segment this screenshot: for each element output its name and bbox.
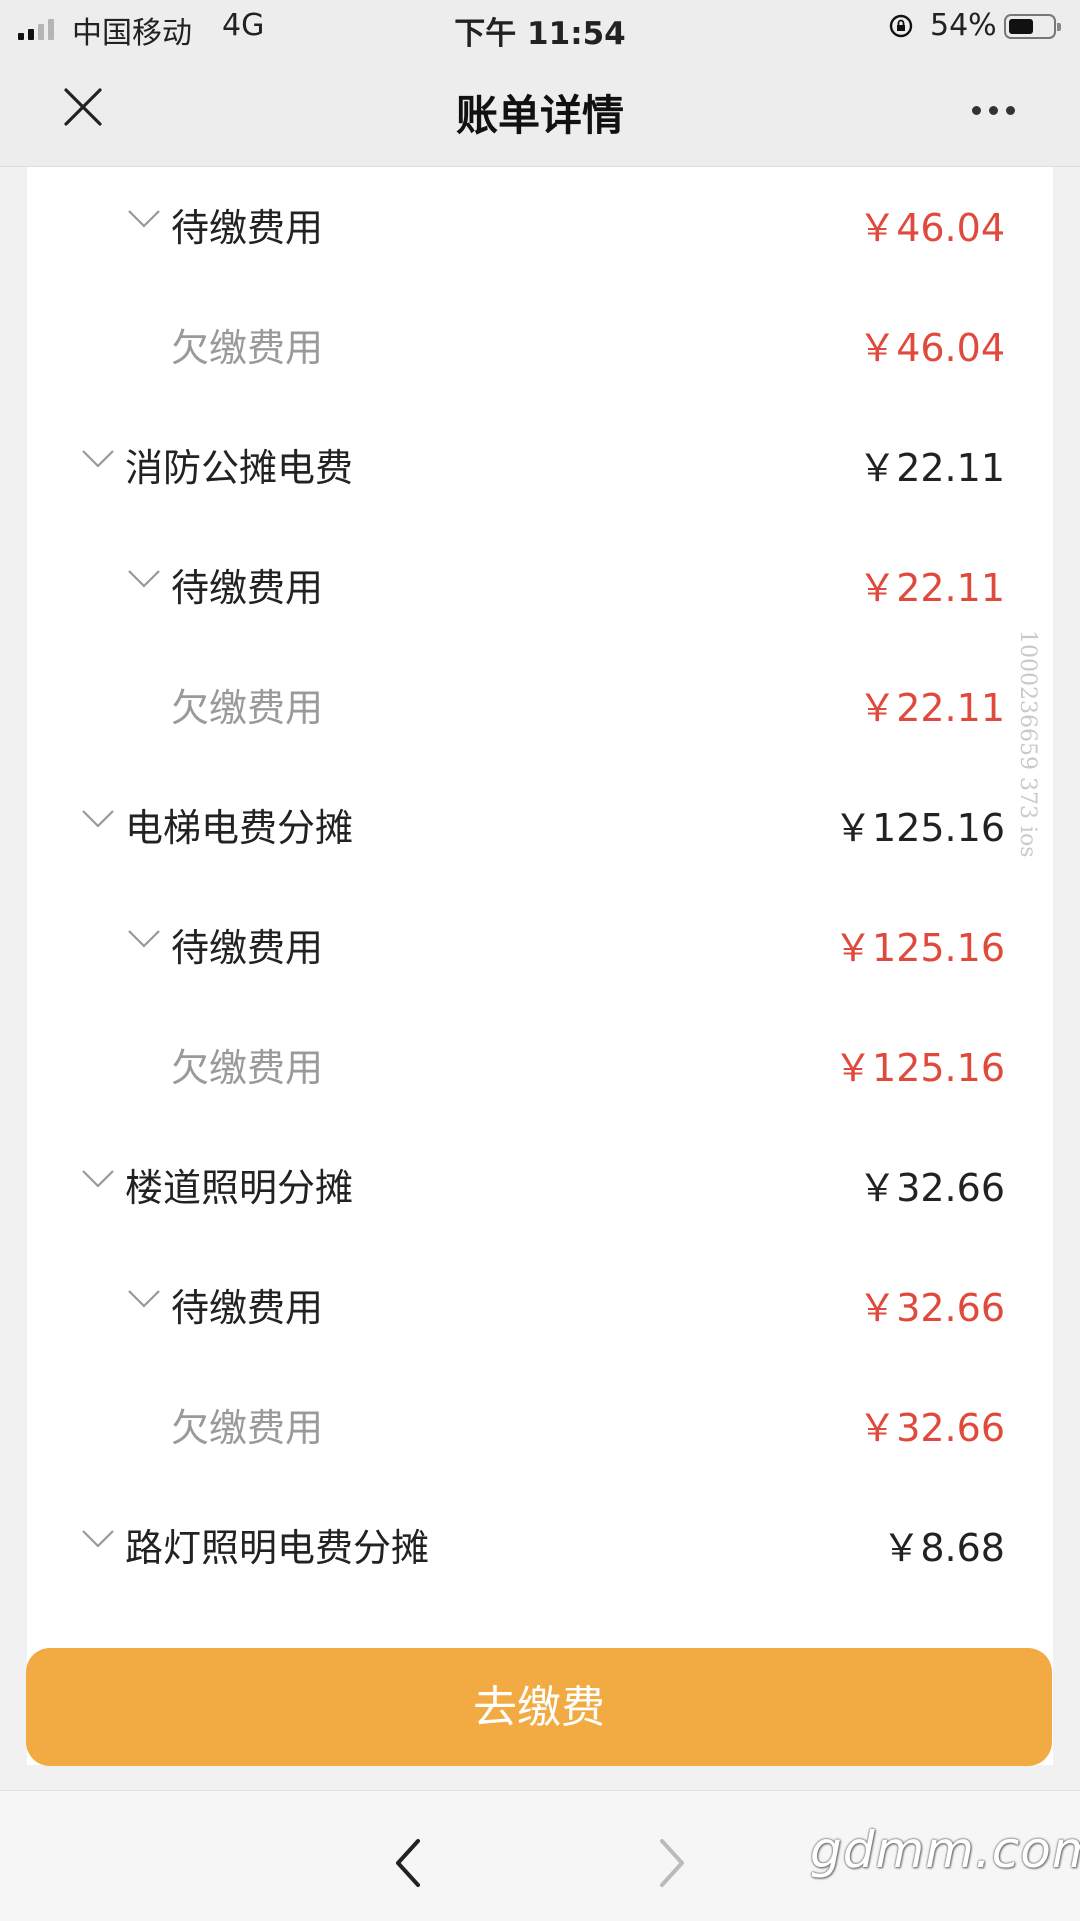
bottom-toolbar: gdmm.com	[0, 1790, 1080, 1921]
status-bar: 中国移动 4G 下午 11:54 54%	[0, 0, 1080, 56]
fee-amount: ￥125.16	[834, 1046, 1005, 1090]
fee-label: 欠缴费用	[171, 326, 324, 370]
side-watermark: 1000236659 373 ios	[1015, 630, 1040, 858]
battery-icon	[1004, 14, 1061, 39]
battery-percent: 54%	[930, 8, 997, 43]
forward-arrow-icon[interactable]	[652, 1833, 692, 1893]
fee-amount: ￥125.16	[834, 806, 1005, 850]
fee-category-row[interactable]: 路灯照明电费分摊 ￥8.68	[27, 1487, 1053, 1607]
fee-amount: ￥125.16	[834, 926, 1005, 970]
fee-amount: ￥46.04	[858, 326, 1005, 370]
fee-amount: ￥46.04	[858, 206, 1005, 250]
fee-amount: ￥32.66	[858, 1286, 1005, 1330]
fee-amount: ￥8.68	[882, 1526, 1005, 1570]
status-time: 下午 11:54	[454, 16, 626, 52]
chevron-down-icon[interactable]	[81, 809, 115, 829]
battery-fill	[1009, 19, 1033, 34]
fee-label: 待缴费用	[171, 926, 324, 970]
more-icon[interactable]	[972, 106, 1015, 115]
back-arrow-icon[interactable]	[388, 1833, 428, 1893]
fee-amount: ￥22.11	[858, 686, 1005, 730]
fee-label: 待缴费用	[171, 566, 324, 610]
chevron-down-icon[interactable]	[81, 1529, 115, 1549]
page-title: 账单详情	[455, 91, 624, 140]
fee-label: 欠缴费用	[171, 1406, 324, 1450]
pending-fee-row[interactable]: 待缴费用 ￥22.11	[27, 527, 1053, 647]
arrears-fee-row: 欠缴费用 ￥125.16	[27, 1007, 1053, 1127]
fee-label: 楼道照明分摊	[125, 1166, 354, 1210]
chevron-down-icon[interactable]	[127, 209, 161, 229]
fee-label: 路灯照明电费分摊	[125, 1526, 430, 1570]
pending-fee-row[interactable]: 待缴费用 ￥46.04	[27, 167, 1053, 287]
pending-fee-row[interactable]: 待缴费用 ￥125.16	[27, 887, 1053, 1007]
nav-bar: 账单详情	[0, 56, 1080, 167]
fee-label: 待缴费用	[171, 206, 324, 250]
arrears-fee-row: 欠缴费用 ￥22.11	[27, 647, 1053, 767]
arrears-fee-row: 欠缴费用 ￥32.66	[27, 1367, 1053, 1487]
fee-category-row[interactable]: 电梯电费分摊 ￥125.16	[27, 767, 1053, 887]
fee-label: 消防公摊电费	[125, 446, 354, 490]
chevron-down-icon[interactable]	[81, 449, 115, 469]
fee-label: 电梯电费分摊	[125, 806, 354, 850]
pending-fee-row[interactable]: 待缴费用 ￥32.66	[27, 1247, 1053, 1367]
rotation-lock-icon	[889, 14, 913, 38]
fee-amount: ￥22.11	[858, 446, 1005, 490]
fee-category-row[interactable]: 楼道照明分摊 ￥32.66	[27, 1127, 1053, 1247]
chevron-down-icon[interactable]	[127, 569, 161, 589]
fee-label: 待缴费用	[171, 1286, 324, 1330]
pay-button[interactable]: 去缴费	[26, 1648, 1052, 1766]
arrears-fee-row: 欠缴费用 ￥46.04	[27, 287, 1053, 407]
chevron-down-icon[interactable]	[127, 929, 161, 949]
fee-label: 欠缴费用	[171, 686, 324, 730]
fee-amount: ￥32.66	[858, 1166, 1005, 1210]
fee-label: 欠缴费用	[171, 1046, 324, 1090]
fee-amount: ￥32.66	[858, 1406, 1005, 1450]
chevron-down-icon[interactable]	[127, 1289, 161, 1309]
site-watermark: gdmm.com	[810, 1821, 1080, 1879]
fee-amount: ￥22.11	[858, 566, 1005, 610]
fee-category-row[interactable]: 消防公摊电费 ￥22.11	[27, 407, 1053, 527]
bill-detail-list: 待缴费用 ￥46.04 欠缴费用 ￥46.04 消防公摊电费 ￥22.11 待缴费用 ￥22.…	[27, 167, 1053, 1765]
chevron-down-icon[interactable]	[81, 1169, 115, 1189]
